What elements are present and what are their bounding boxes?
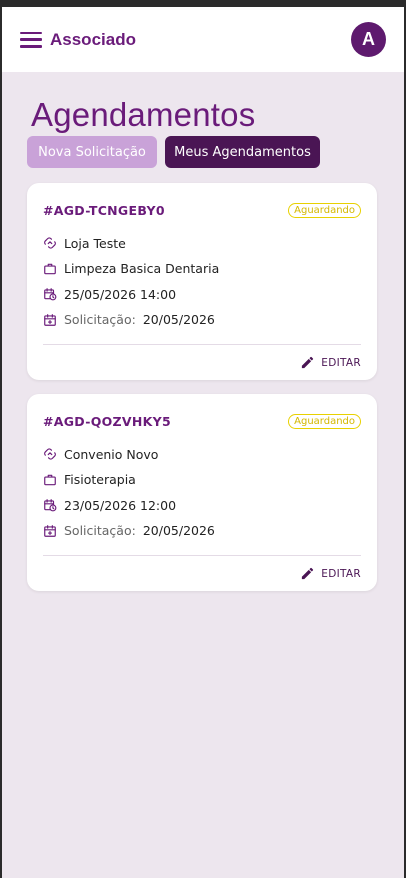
app-bar-left: Associado	[20, 30, 136, 50]
card-header: #AGD-QOZVHKY5 Aguardando	[43, 414, 361, 429]
card-footer: EDITAR	[43, 556, 361, 591]
pencil-icon	[302, 356, 314, 369]
service-name: Limpeza Basica Dentaria	[64, 261, 220, 276]
appointment-card: #AGD-QOZVHKY5 Aguardando Convenio Novo F…	[27, 394, 377, 591]
menu-icon[interactable]	[20, 31, 42, 48]
briefcase-icon	[44, 263, 56, 274]
edit-button[interactable]: EDITAR	[300, 566, 361, 581]
briefcase-icon	[44, 474, 56, 485]
handshake-icon	[44, 237, 56, 249]
request-date: 20/05/2026	[142, 523, 215, 538]
card-details: Convenio Novo Fisioterapia 23/05/2026 12…	[43, 447, 361, 549]
edit-button[interactable]: EDITAR	[300, 355, 361, 370]
tabs: Nova Solicitação Meus Agendamentos	[27, 136, 404, 168]
avatar[interactable]: A	[351, 22, 386, 57]
card-details: Loja Teste Limpeza Basica Dentaria 25/05…	[43, 236, 361, 338]
app-frame: Associado A Agendamentos Nova Solicitaçã…	[2, 7, 404, 878]
handshake-icon	[44, 448, 56, 460]
request-row: Solicitação: 20/05/2026	[43, 312, 361, 327]
datetime-row: 23/05/2026 12:00	[43, 497, 361, 513]
calendar-clock-icon	[44, 288, 57, 301]
status-badge: Aguardando	[288, 203, 361, 218]
provider-row: Loja Teste	[43, 235, 361, 251]
request-date: 20/05/2026	[142, 312, 215, 327]
calendar-plus-icon	[44, 524, 56, 537]
page-title: Agendamentos	[31, 96, 256, 133]
app-bar: Associado A	[2, 7, 404, 72]
provider-name: Loja Teste	[64, 235, 126, 251]
appointment-datetime: 25/05/2026 14:00	[64, 286, 177, 302]
tab-nova-solicitacao[interactable]: Nova Solicitação	[27, 136, 157, 168]
service-row: Limpeza Basica Dentaria	[43, 261, 361, 276]
appointment-code: #AGD-TCNGEBY0	[43, 203, 165, 218]
request-label: Solicitação:	[64, 523, 136, 538]
service-row: Fisioterapia	[43, 472, 361, 487]
provider-name: Convenio Novo	[64, 446, 159, 462]
appointment-code: #AGD-QOZVHKY5	[43, 414, 171, 429]
card-footer: EDITAR	[43, 345, 361, 380]
edit-label: EDITAR	[321, 567, 361, 580]
edit-label: EDITAR	[321, 356, 361, 369]
appointment-card: #AGD-TCNGEBY0 Aguardando Loja Teste Limp…	[27, 183, 377, 380]
request-row: Solicitação: 20/05/2026	[43, 523, 361, 538]
tab-meus-agendamentos[interactable]: Meus Agendamentos	[165, 136, 320, 168]
pencil-icon	[302, 567, 314, 580]
calendar-clock-icon	[44, 499, 57, 512]
service-name: Fisioterapia	[64, 472, 136, 487]
appointment-datetime: 23/05/2026 12:00	[64, 497, 177, 513]
app-title: Associado	[50, 29, 136, 49]
card-header: #AGD-TCNGEBY0 Aguardando	[43, 203, 361, 218]
request-label: Solicitação:	[64, 312, 136, 327]
provider-row: Convenio Novo	[43, 446, 361, 462]
calendar-plus-icon	[44, 313, 56, 326]
datetime-row: 25/05/2026 14:00	[43, 286, 361, 302]
status-badge: Aguardando	[288, 414, 361, 429]
